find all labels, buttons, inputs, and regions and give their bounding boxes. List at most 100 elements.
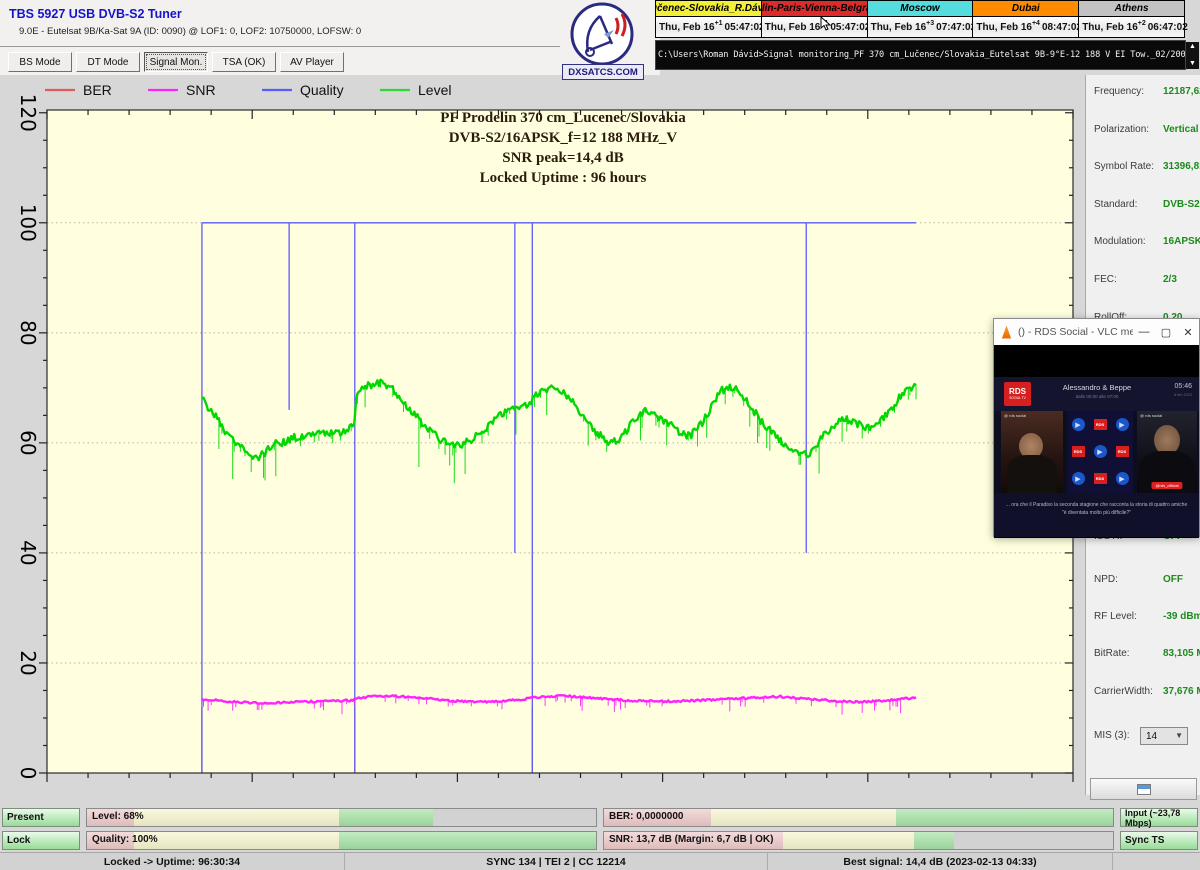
divider [0,46,560,47]
param-row-fec: FEC:2/3 [1086,274,1200,289]
clock-name: Dubai [973,1,1078,17]
param-value: -39 dBm [1163,611,1200,622]
svg-text:Locked Uptime : 96 hours: Locked Uptime : 96 hours [480,170,647,186]
quality-bar-label: Quality: 100% [92,834,158,845]
vlc-window[interactable]: () - RDS Social - VLC media ... — ▢ ✕ RD… [993,318,1200,537]
app-title: TBS 5927 USB DVB-S2 Tuner [9,7,182,21]
param-value: 37,676 MHz [1163,686,1200,697]
mis-select[interactable]: 14 ▼ [1140,727,1188,745]
svg-text:SNR peak=14,4 dB: SNR peak=14,4 dB [502,150,624,166]
param-row-modulation: Modulation: 16APSK [1086,236,1200,251]
param-row-carrierwidth: CarrierWidth: 37,676 MHz [1086,686,1200,701]
close-button[interactable]: ✕ [1177,324,1199,340]
status-spacer [1113,853,1200,870]
param-label: RF Level: [1094,611,1137,622]
level-bar: Level: 68% [86,808,597,827]
video-main-band: @ rds social ▶RDS▶RDS▶RDS▶RDS▶ @ rds soc… [994,411,1199,493]
show-subtitle: dalle 05:00 alle 07:00 [1042,394,1152,399]
svg-text:100: 100 [16,204,40,242]
input-indicator: Input (~23,78 Mbps) [1120,808,1198,827]
snr-bar-label: SNR: 13,7 dB (Margin: 6,7 dB | OK) [609,834,773,845]
guest-video-left: @ rds social [1001,411,1063,493]
param-value: 16APSK [1163,236,1200,247]
present-indicator: Present [2,808,80,827]
vlc-video-area[interactable]: RDS SOCIAL TV Alessandro & Beppe dalle 0… [994,345,1199,538]
clock-time: Thu, Feb 16+307:47:02 [868,17,973,37]
status-uptime: Locked -> Uptime: 96:30:34 [0,853,345,870]
app-window: TBS 5927 USB DVB-S2 Tuner 9.0E - Eutelsa… [0,0,1200,870]
maximize-button[interactable]: ▢ [1155,324,1177,340]
minimize-button[interactable]: — [1133,324,1155,340]
play-icon: ▶ [1116,418,1129,431]
param-row-symbolrate: Symbol Rate:31396,813 KS/s [1086,161,1200,176]
param-label: CarrierWidth: [1094,686,1153,697]
clock-name: Berlin-Paris-Vienna-Belgrade [762,1,867,17]
svg-text:BER: BER [83,82,112,98]
video-header-band: RDS SOCIAL TV Alessandro & Beppe dalle 0… [994,377,1199,411]
param-row-bitrate: BitRate: 83,105 Mbit/s [1086,648,1200,663]
param-value: DVB-S2 [1163,199,1200,210]
scroll-spinner[interactable]: ▲▼ [1186,42,1199,69]
tab-dt-mode[interactable]: DT Mode [76,52,140,72]
bar-zone [896,809,1113,826]
rds-logo: RDS SOCIAL TV [1004,382,1031,406]
param-value: 31396,813 KS/s [1163,161,1200,172]
shoulders-left [1007,455,1057,493]
clock-moscow: MoscowThu, Feb 16+307:47:02 [868,1,974,37]
caption-line: ... ora che il Paradiso la seconda stagi… [994,501,1199,509]
param-label: FEC: [1094,274,1117,285]
syncts-indicator: Sync TS [1120,831,1198,850]
rds-mini-logo: RDS [1072,446,1085,457]
handle-text: @ rds social [1004,413,1026,418]
clock-athens: AthensThu, Feb 16+206:47:02 [1079,1,1184,37]
show-title: Alessandro & Beppe [1042,383,1152,392]
video-caption: ... ora che il Paradiso la seconda stagi… [994,493,1199,537]
svg-text:DVB-S2/16APSK_f=12 188 MHz_V: DVB-S2/16APSK_f=12 188 MHz_V [449,130,678,146]
param-label: Frequency: [1094,86,1144,97]
snr-bar: SNR: 13,7 dB (Margin: 6,7 dB | OK) [603,831,1114,850]
bar-zone [339,809,433,826]
mode-tabs: BS ModeDT ModeSignal Mon.TSA (OK)AV Play… [8,52,344,72]
console-output[interactable]: C:\Users\Roman Dávid>Signal monitoring_P… [655,40,1186,70]
param-label: NPD: [1094,574,1118,585]
param-value: Vertical [1163,124,1199,135]
clock-lu-enec-slovakia-r-d-vid: Lučenec-Slovakia_R.DávidThu, Feb 16+105:… [656,1,762,37]
vlc-window-title: () - RDS Social - VLC media ... [1018,326,1133,338]
tab-bs-mode[interactable]: BS Mode [8,52,72,72]
tab-signal-mon-[interactable]: Signal Mon. [144,52,208,72]
chart-canvas: 020406080100120BERSNRQualityLevelPF Prod… [0,75,1085,795]
handle-text: @ rds social [1140,413,1162,418]
tab-av-player[interactable]: AV Player [280,52,344,72]
param-value: 12187,622 MHz [1163,86,1200,97]
rds-mini-logo: RDS [1094,473,1107,484]
svg-text:Level: Level [418,82,451,98]
param-value: 83,105 Mbit/s [1163,648,1200,659]
param-label: Modulation: [1094,236,1146,247]
lock-label: Lock [7,835,30,846]
clock-name: Moscow [868,1,973,17]
svg-text:SNR: SNR [186,82,216,98]
guest-video-right: @ rds social @rds_official [1137,411,1197,493]
bar-zone [339,832,596,849]
mis-label: MIS (3): [1094,730,1130,741]
rds-pattern-panel: ▶RDS▶RDS▶RDS▶RDS▶ [1067,411,1133,493]
rds-mini-logo: RDS [1116,446,1129,457]
param-row-rflevel: RF Level: -39 dBm [1086,611,1200,626]
stream-capture-button[interactable] [1090,778,1197,800]
param-row-polarization: Polarization: Vertical [1086,124,1200,139]
tab-tsa-ok-[interactable]: TSA (OK) [212,52,276,72]
syncts-label: Sync TS [1125,835,1164,846]
bar-zone [711,809,896,826]
present-label: Present [7,812,44,823]
param-label: Polarization: [1094,124,1149,135]
svg-text:Quality: Quality [300,82,344,98]
play-icon: ▶ [1094,445,1107,458]
status-best-signal: Best signal: 14,4 dB (2023-02-13 04:33) [768,853,1113,870]
param-label: BitRate: [1094,648,1130,659]
ber-bar: BER: 0,0000000 [603,808,1114,827]
param-value: OFF [1163,574,1183,585]
play-icon: ▶ [1072,472,1085,485]
show-time: 05:46 [1174,383,1192,390]
console-text: C:\Users\Roman Dávid>Signal monitoring_P… [656,50,1186,60]
vlc-titlebar[interactable]: () - RDS Social - VLC media ... — ▢ ✕ [994,319,1199,345]
